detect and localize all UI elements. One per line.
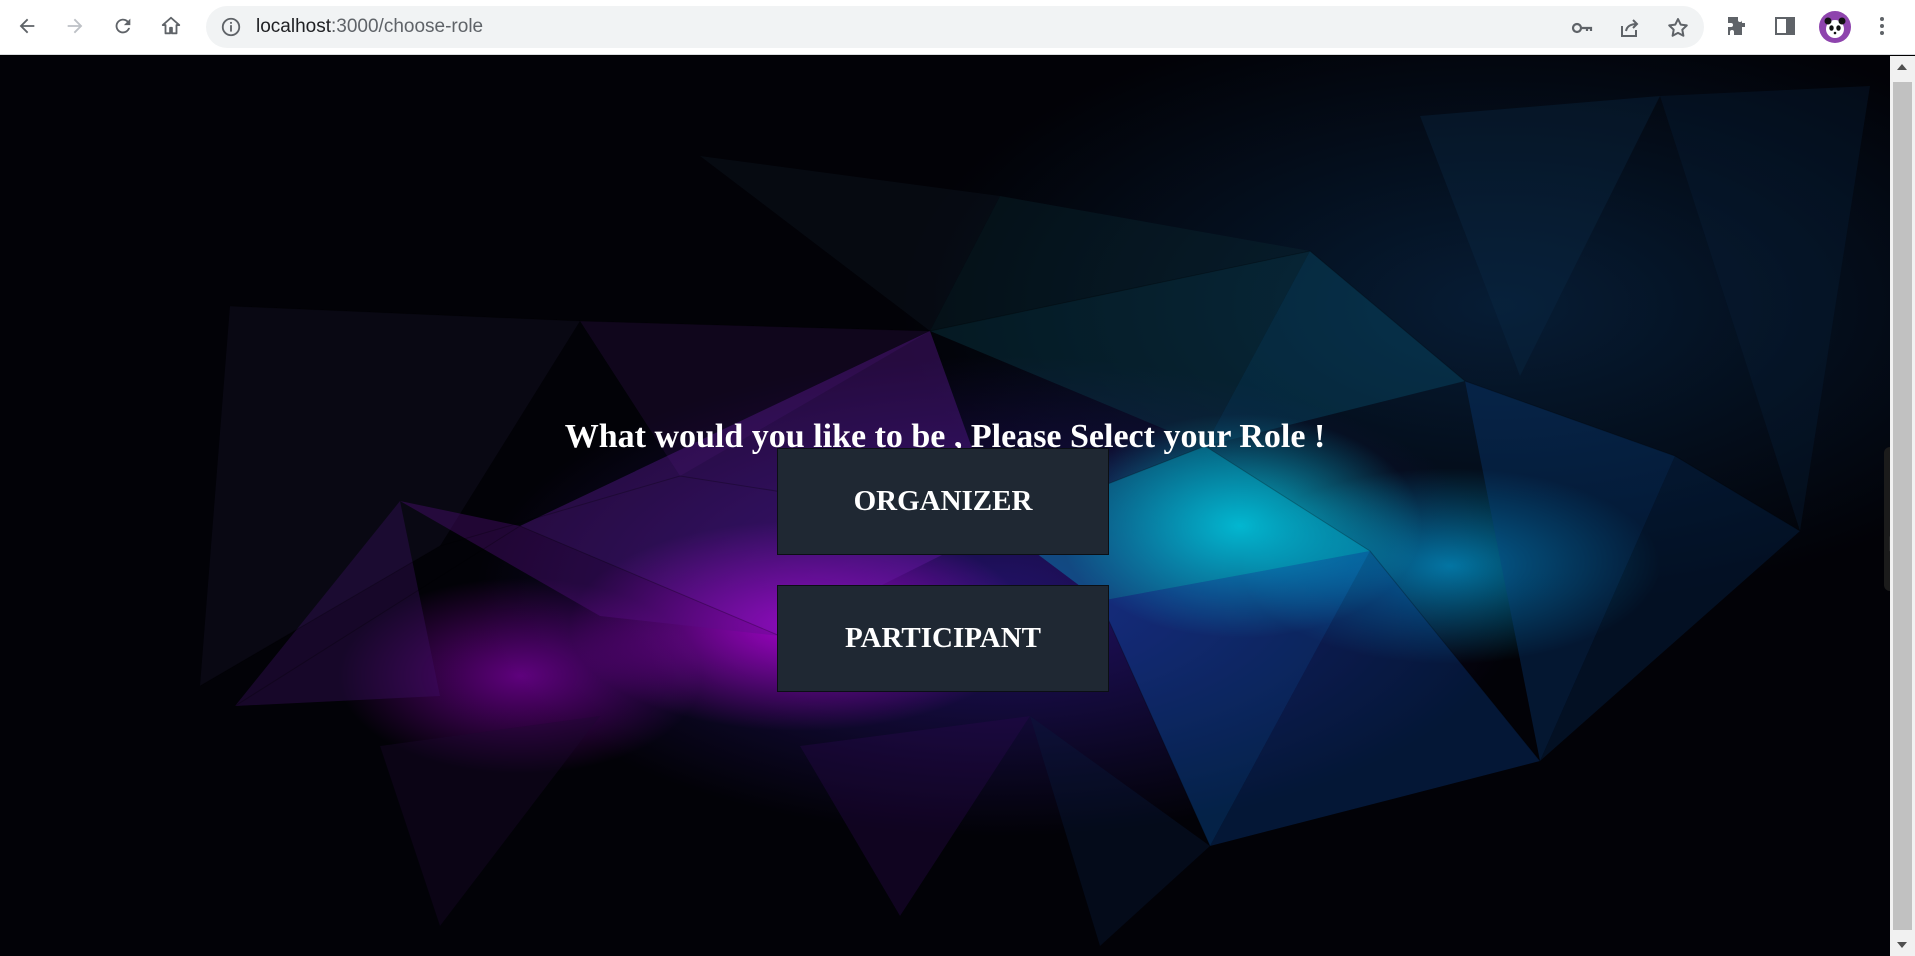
vertical-scrollbar[interactable] — [1890, 56, 1915, 956]
bookmark-star-icon[interactable] — [1666, 16, 1690, 40]
site-info-icon[interactable] — [220, 16, 242, 38]
url-text[interactable]: localhost:3000/choose-role — [256, 6, 483, 48]
participant-button[interactable]: PARTICIPANT — [777, 585, 1109, 692]
extensions-puzzle-icon[interactable] — [1725, 14, 1749, 38]
scroll-down-arrow-icon[interactable] — [1897, 942, 1907, 948]
url-path: :3000/choose-role — [331, 16, 484, 37]
organizer-button[interactable]: ORGANIZER — [777, 448, 1109, 555]
reload-icon — [115, 18, 131, 34]
side-panel-icon[interactable] — [1773, 14, 1797, 38]
url-host: localhost — [256, 16, 331, 37]
scrollbar-thumb[interactable] — [1893, 82, 1912, 930]
panda-avatar-icon — [1824, 17, 1846, 38]
key-icon[interactable] — [1570, 16, 1594, 40]
back-arrow-icon — [19, 18, 35, 34]
reload-button[interactable] — [105, 8, 141, 44]
back-button[interactable] — [9, 8, 45, 44]
forward-button[interactable] — [57, 8, 93, 44]
forward-arrow-icon — [67, 18, 83, 34]
address-bar[interactable]: localhost:3000/choose-role — [206, 6, 1704, 48]
share-icon[interactable] — [1618, 16, 1642, 40]
browser-menu-icon[interactable] — [1870, 14, 1894, 38]
home-icon — [161, 16, 181, 35]
scroll-up-arrow-icon[interactable] — [1897, 64, 1907, 70]
profile-avatar[interactable] — [1819, 11, 1851, 43]
page-viewport: What would you like to be , Please Selec… — [0, 56, 1890, 956]
home-button[interactable] — [153, 8, 189, 44]
browser-toolbar: localhost:3000/choose-role — [0, 0, 1915, 55]
